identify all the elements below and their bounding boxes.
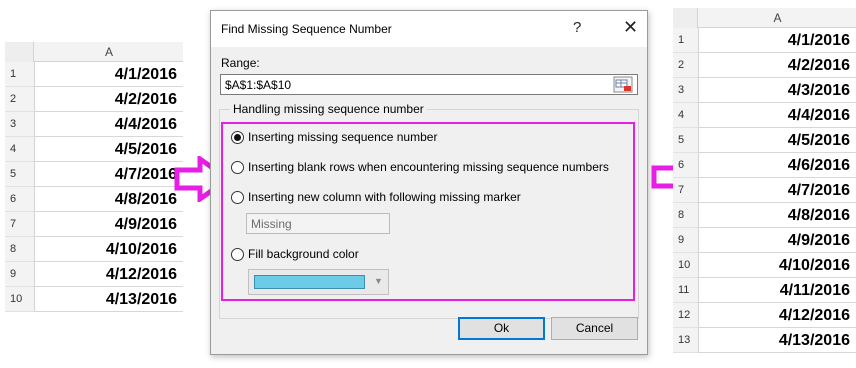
radio-insert-new-column[interactable] [231, 191, 244, 204]
dialog-titlebar[interactable]: Find Missing Sequence Number ? ✕ [211, 11, 647, 47]
group-label: Handling missing sequence number [230, 102, 427, 116]
radio-insert-missing-number[interactable] [231, 131, 244, 144]
close-icon[interactable]: ✕ [623, 17, 638, 38]
date-cell[interactable]: 4/6/2016 [699, 153, 856, 178]
missing-marker-input[interactable]: Missing [246, 213, 390, 234]
column-header-a[interactable]: A [35, 42, 183, 62]
row-header[interactable]: 7 [673, 178, 698, 203]
date-cell[interactable]: 4/11/2016 [699, 278, 856, 303]
color-picker-dropdown[interactable]: ▼ [248, 269, 389, 295]
row-header[interactable]: 5 [5, 162, 34, 187]
row-numbers: 1 2 3 4 5 6 7 8 9 10 11 12 13 [673, 28, 699, 353]
option-label[interactable]: Inserting new column with following miss… [248, 190, 521, 204]
date-cell[interactable]: 4/1/2016 [35, 62, 183, 87]
row-header[interactable]: 9 [5, 262, 34, 287]
row-header[interactable]: 8 [673, 203, 698, 228]
range-input[interactable]: $A$1:$A$10 [220, 74, 638, 95]
right-spreadsheet: A 1 2 3 4 5 6 7 8 9 10 11 12 13 4/1/2016… [673, 8, 856, 360]
date-cell[interactable]: 4/3/2016 [699, 78, 856, 103]
row-header[interactable]: 3 [673, 78, 698, 103]
find-missing-sequence-dialog: Find Missing Sequence Number ? ✕ Range: … [210, 10, 648, 355]
column-a-cells: 4/1/2016 4/2/2016 4/4/2016 4/5/2016 4/7/… [35, 62, 183, 312]
row-header[interactable]: 4 [5, 137, 34, 162]
row-header[interactable]: 4 [673, 103, 698, 128]
date-cell[interactable]: 4/13/2016 [699, 328, 856, 353]
date-cell[interactable]: 4/5/2016 [35, 137, 183, 162]
row-header[interactable]: 9 [673, 228, 698, 253]
date-cell[interactable]: 4/2/2016 [699, 53, 856, 78]
row-header[interactable]: 8 [5, 237, 34, 262]
option-label[interactable]: Fill background color [248, 247, 359, 261]
chevron-down-icon: ▼ [374, 276, 383, 286]
row-header[interactable]: 10 [5, 287, 34, 312]
date-cell[interactable]: 4/10/2016 [699, 253, 856, 278]
dialog-title: Find Missing Sequence Number [221, 22, 392, 36]
column-a-cells: 4/1/2016 4/2/2016 4/3/2016 4/4/2016 4/5/… [699, 28, 856, 353]
row-header[interactable]: 2 [5, 87, 34, 112]
row-header[interactable]: 5 [673, 128, 698, 153]
range-select-icon[interactable] [613, 76, 633, 93]
date-cell[interactable]: 4/8/2016 [699, 203, 856, 228]
row-header[interactable]: 10 [673, 253, 698, 278]
row-header[interactable]: 1 [5, 62, 34, 87]
option-label[interactable]: Inserting blank rows when encountering m… [248, 160, 609, 174]
left-spreadsheet: A 1 2 3 4 5 6 7 8 9 10 4/1/2016 4/2/2016… [5, 42, 183, 318]
row-header[interactable]: 12 [673, 303, 698, 328]
date-cell[interactable]: 4/8/2016 [35, 187, 183, 212]
select-all-corner[interactable] [673, 8, 698, 28]
row-header[interactable]: 13 [673, 328, 698, 353]
date-cell[interactable]: 4/9/2016 [699, 228, 856, 253]
date-cell[interactable]: 4/9/2016 [35, 212, 183, 237]
cancel-button[interactable]: Cancel [551, 317, 638, 340]
radio-insert-blank-rows[interactable] [231, 161, 244, 174]
row-header[interactable]: 6 [5, 187, 34, 212]
select-all-corner[interactable] [5, 42, 34, 62]
range-label: Range: [221, 56, 260, 70]
radio-fill-background[interactable] [231, 248, 244, 261]
ok-button[interactable]: Ok [458, 317, 545, 340]
date-cell[interactable]: 4/12/2016 [699, 303, 856, 328]
date-cell[interactable]: 4/2/2016 [35, 87, 183, 112]
date-cell[interactable]: 4/1/2016 [699, 28, 856, 53]
date-cell[interactable]: 4/12/2016 [35, 262, 183, 287]
row-header[interactable]: 1 [673, 28, 698, 53]
date-cell[interactable]: 4/4/2016 [35, 112, 183, 137]
option-label[interactable]: Inserting missing sequence number [248, 130, 437, 144]
date-cell[interactable]: 4/7/2016 [699, 178, 856, 203]
row-numbers: 1 2 3 4 5 6 7 8 9 10 [5, 62, 35, 312]
column-header-a[interactable]: A [699, 8, 856, 28]
row-header[interactable]: 2 [673, 53, 698, 78]
date-cell[interactable]: 4/7/2016 [35, 162, 183, 187]
row-header[interactable]: 6 [673, 153, 698, 178]
color-swatch [254, 275, 365, 289]
date-cell[interactable]: 4/4/2016 [699, 103, 856, 128]
row-header[interactable]: 3 [5, 112, 34, 137]
row-header[interactable]: 11 [673, 278, 698, 303]
date-cell[interactable]: 4/13/2016 [35, 287, 183, 312]
date-cell[interactable]: 4/5/2016 [699, 128, 856, 153]
help-icon[interactable]: ? [573, 19, 581, 36]
row-header[interactable]: 7 [5, 212, 34, 237]
date-cell[interactable]: 4/10/2016 [35, 237, 183, 262]
